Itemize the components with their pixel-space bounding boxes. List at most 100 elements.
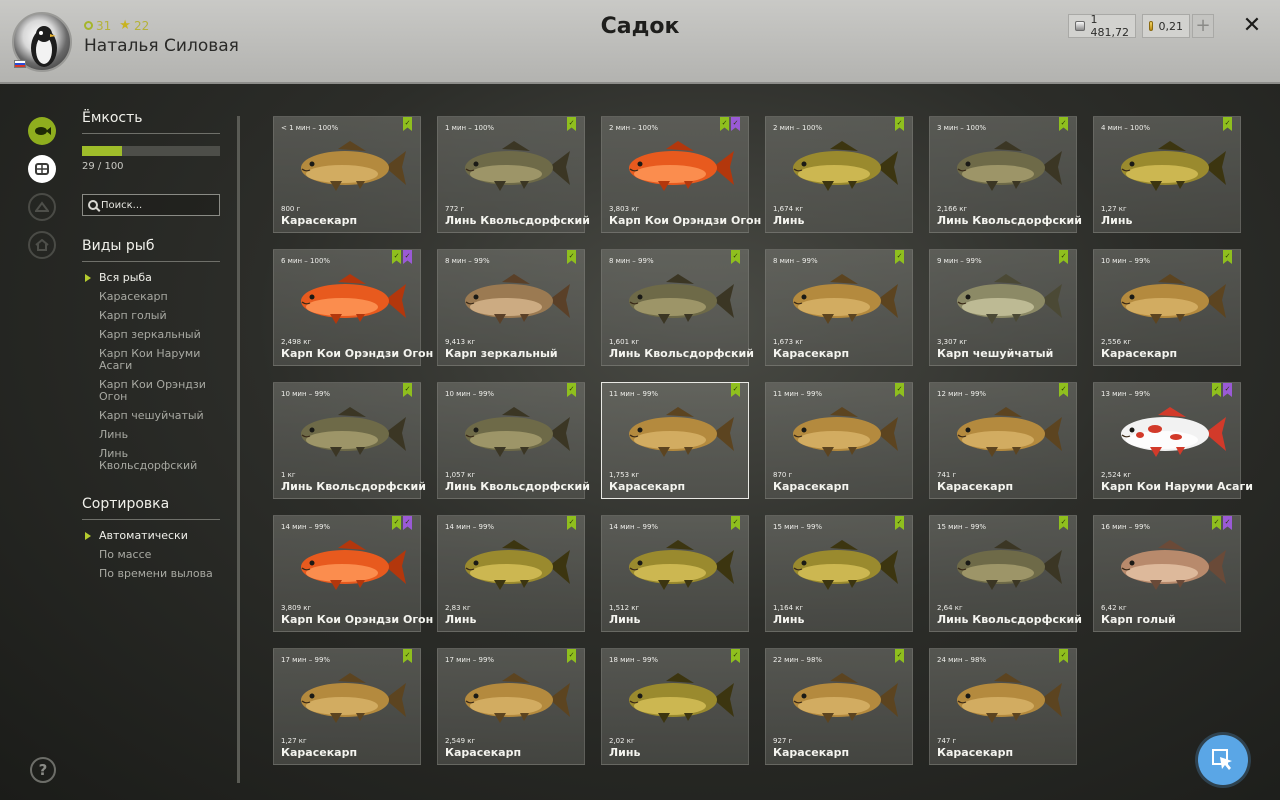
fish-card[interactable]: 10 мин – 99% ✓ 2,556 кг Карасекарп xyxy=(1093,249,1241,366)
card-badges: ✓ xyxy=(1059,117,1068,131)
fish-card[interactable]: 4 мин – 100% ✓ 1,27 кг Линь xyxy=(1093,116,1241,233)
fish-card[interactable]: 15 мин – 99% ✓ 1,164 кг Линь xyxy=(765,515,913,632)
fish-card[interactable]: 17 мин – 99% ✓ 1,27 кг Карасекарп xyxy=(273,648,421,765)
rare-bookmark-icon: ✓ xyxy=(1223,516,1232,530)
trophy-bookmark-icon: ✓ xyxy=(1059,250,1068,264)
fish-card[interactable]: 18 мин – 99% ✓ 2,02 кг Линь xyxy=(601,648,749,765)
fish-name: Линь Квольсдорфский xyxy=(445,480,590,493)
fish-card[interactable]: < 1 мин – 100% ✓ 800 г Карасекарп xyxy=(273,116,421,233)
fish-weight: 1,673 кг xyxy=(773,338,804,346)
trophy-bookmark-icon: ✓ xyxy=(392,250,401,264)
cursor-mode-button[interactable] xyxy=(1198,735,1248,785)
fish-card[interactable]: 24 мин – 98% ✓ 747 г Карасекарп xyxy=(929,648,1077,765)
catch-time: 14 мин – 99% xyxy=(609,523,659,531)
fish-card[interactable]: 2 мин – 100% ✓ 1,674 кг Линь xyxy=(765,116,913,233)
card-badges: ✓ xyxy=(1059,649,1068,663)
help-button[interactable]: ? xyxy=(30,757,56,783)
trophy-bookmark-icon: ✓ xyxy=(567,516,576,530)
catch-time: 9 мин – 99% xyxy=(937,257,982,265)
keepnet-fish-icon[interactable] xyxy=(28,117,56,145)
species-filter-item[interactable]: Карп голый xyxy=(82,310,220,322)
add-currency-button[interactable]: + xyxy=(1192,14,1214,38)
fish-card[interactable]: 17 мин – 99% ✓ 2,549 кг Карасекарп xyxy=(437,648,585,765)
fish-weight: 747 г xyxy=(937,737,957,745)
species-filter-item[interactable]: Карп Кои Орэндзи Огон xyxy=(82,379,220,403)
search-box[interactable] xyxy=(82,194,220,216)
fish-card[interactable]: 16 мин – 99% ✓ ✓ 6,42 кг Карп голый xyxy=(1093,515,1241,632)
sort-option[interactable]: Автоматически xyxy=(82,530,220,542)
fish-image xyxy=(301,274,406,324)
fish-weight: 927 г xyxy=(773,737,793,745)
silver-coin-icon xyxy=(1075,21,1085,31)
species-filter-item[interactable]: Карп чешуйчатый xyxy=(82,410,220,422)
fish-name: Линь Квольсдорфский xyxy=(281,480,426,493)
boat-icon[interactable] xyxy=(28,193,56,221)
fish-name: Линь Квольсдорфский xyxy=(445,214,590,227)
species-filter-item[interactable]: Карп Кои Наруми Асаги xyxy=(82,348,220,372)
fish-name: Линь Квольсдорфский xyxy=(609,347,754,360)
fish-card[interactable]: 11 мин – 99% ✓ 870 г Карасекарп xyxy=(765,382,913,499)
fish-card[interactable]: 11 мин – 99% ✓ 1,753 кг Карасекарп xyxy=(601,382,749,499)
fish-weight: 9,413 кг xyxy=(445,338,476,346)
sort-option[interactable]: По времени вылова xyxy=(82,568,220,580)
rare-bookmark-icon: ✓ xyxy=(731,117,740,131)
fish-card[interactable]: 8 мин – 99% ✓ 9,413 кг Карп зеркальный xyxy=(437,249,585,366)
fish-name: Карасекарп xyxy=(773,480,850,493)
catch-time: 2 мин – 100% xyxy=(609,124,659,132)
fish-image xyxy=(465,407,570,457)
fish-card[interactable]: 12 мин – 99% ✓ 741 г Карасекарп xyxy=(929,382,1077,499)
fish-image xyxy=(1121,540,1226,590)
fish-image xyxy=(629,673,734,723)
fish-card[interactable]: 15 мин – 99% ✓ 2,64 кг Линь Квольсдорфск… xyxy=(929,515,1082,632)
fish-card[interactable]: 10 мин – 99% ✓ 1 кг Линь Квольсдорфский xyxy=(273,382,426,499)
fish-card[interactable]: 2 мин – 100% ✓ ✓ 3,803 кг Карп Кои Орэндз… xyxy=(601,116,761,233)
trophy-bookmark-icon: ✓ xyxy=(567,383,576,397)
fish-card[interactable]: 3 мин – 100% ✓ 2,166 кг Линь Квольсдорфс… xyxy=(929,116,1082,233)
fish-card[interactable]: 14 мин – 99% ✓ 1,512 кг Линь xyxy=(601,515,749,632)
fish-card[interactable]: 14 мин – 99% ✓ 2,83 кг Линь xyxy=(437,515,585,632)
species-title: Виды рыб xyxy=(82,238,220,262)
fish-image xyxy=(465,274,570,324)
trophy-bookmark-icon: ✓ xyxy=(895,250,904,264)
card-badges: ✓ xyxy=(1059,383,1068,397)
species-filter-item[interactable]: Карп зеркальный xyxy=(82,329,220,341)
fish-name: Линь xyxy=(609,746,641,759)
gold-coin-icon xyxy=(1149,21,1153,31)
search-input[interactable] xyxy=(101,199,211,211)
fish-weight: 1,27 кг xyxy=(1101,205,1127,213)
home-icon[interactable] xyxy=(28,231,56,259)
catch-time: 10 мин – 99% xyxy=(281,390,331,398)
sort-option[interactable]: По массе xyxy=(82,549,220,561)
fish-card[interactable]: 9 мин – 99% ✓ 3,307 кг Карп чешуйчатый xyxy=(929,249,1077,366)
player-stats: 31 ★ 22 xyxy=(84,18,149,33)
fish-name: Карп Кои Орэндзи Огон xyxy=(281,347,434,360)
fish-card[interactable]: 10 мин – 99% ✓ 1,057 кг Линь Квольсдорфс… xyxy=(437,382,590,499)
species-filter-item[interactable]: Линь xyxy=(82,429,220,441)
fish-name: Карп Кои Орэндзи Огон xyxy=(281,613,434,626)
fish-weight: 1,057 кг xyxy=(445,471,476,479)
fish-card[interactable]: 22 мин – 98% ✓ 927 г Карасекарп xyxy=(765,648,913,765)
net-icon[interactable] xyxy=(28,155,56,183)
species-filter-item[interactable]: Карасекарп xyxy=(82,291,220,303)
rare-bookmark-icon: ✓ xyxy=(1223,383,1232,397)
trophy-bookmark-icon: ✓ xyxy=(1059,649,1068,663)
species-filter-item[interactable]: Вся рыба xyxy=(82,272,220,284)
fish-card[interactable]: 8 мин – 99% ✓ 1,601 кг Линь Квольсдорфск… xyxy=(601,249,754,366)
level-value: 31 xyxy=(96,18,112,33)
fish-weight: 3,307 кг xyxy=(937,338,968,346)
fish-weight: 3,809 кг xyxy=(281,604,312,612)
card-badges: ✓ xyxy=(731,383,740,397)
fish-card[interactable]: 1 мин – 100% ✓ 772 г Линь Квольсдорфский xyxy=(437,116,590,233)
fish-card[interactable]: 13 мин – 99% ✓ ✓ 2,524 кг Карп Кои Наруми… xyxy=(1093,382,1253,499)
fish-weight: 2,556 кг xyxy=(1101,338,1132,346)
fish-card[interactable]: 6 мин – 100% ✓ ✓ 2,498 кг Карп Кои Орэндз… xyxy=(273,249,433,366)
trophy-bookmark-icon: ✓ xyxy=(567,117,576,131)
close-button[interactable]: ✕ xyxy=(1240,14,1264,38)
fish-card[interactable]: 14 мин – 99% ✓ ✓ 3,809 кг Карп Кои Орэндз… xyxy=(273,515,433,632)
fish-card[interactable]: 8 мин – 99% ✓ 1,673 кг Карасекарп xyxy=(765,249,913,366)
species-filter-item[interactable]: Линь Квольсдорфский xyxy=(82,448,220,472)
catch-time: 12 мин – 99% xyxy=(937,390,987,398)
catch-time: 16 мин – 99% xyxy=(1101,523,1151,531)
trophy-bookmark-icon: ✓ xyxy=(1223,117,1232,131)
capacity-bar xyxy=(82,146,220,156)
